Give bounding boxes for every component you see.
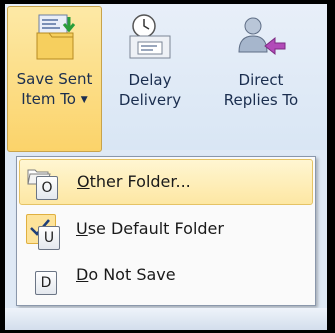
dropdown-caret-icon: ▼ xyxy=(80,95,88,105)
outlook-ribbon-window: Save Sent Item To ▼ Delay Delivery Direc… xyxy=(5,4,327,330)
menu-item-label: Use Default Folder xyxy=(76,219,224,238)
user-arrow-icon xyxy=(238,17,286,56)
delay-label-line1: Delay xyxy=(128,71,172,89)
direct-label-line2: Replies To xyxy=(223,91,299,109)
delay-delivery-button[interactable]: Delay Delivery xyxy=(105,8,195,158)
save-sent-label-line1: Save Sent xyxy=(16,70,93,88)
delay-label-line2: Delivery xyxy=(118,91,182,109)
save-sent-label-line2: Item To ▼ xyxy=(21,90,88,108)
keytip-u: U xyxy=(38,226,60,250)
menu-item-do-not-save[interactable]: D Do Not Save xyxy=(19,253,313,297)
menu-item-label: Other Folder... xyxy=(77,172,191,191)
menu-item-other-folder[interactable]: O Other Folder... xyxy=(19,159,313,205)
save-sent-item-to-button[interactable]: Save Sent Item To ▼ xyxy=(7,6,102,152)
clock-envelope-icon xyxy=(129,14,171,59)
ribbon-group: Save Sent Item To ▼ Delay Delivery Direc… xyxy=(5,4,327,152)
menu-item-use-default-folder[interactable]: U Use Default Folder xyxy=(19,207,313,251)
menu-item-label: Do Not Save xyxy=(76,265,176,284)
direct-replies-to-button[interactable]: Direct Replies To xyxy=(201,8,321,158)
keytip-d: D xyxy=(35,271,57,295)
ribbon-bottom-bar xyxy=(5,308,327,330)
save-sent-item-menu: O Other Folder... U Use Default Folder D… xyxy=(16,156,316,306)
direct-label-line1: Direct xyxy=(238,71,284,89)
save-folder-icon xyxy=(36,14,75,60)
keytip-o: O xyxy=(36,176,58,200)
